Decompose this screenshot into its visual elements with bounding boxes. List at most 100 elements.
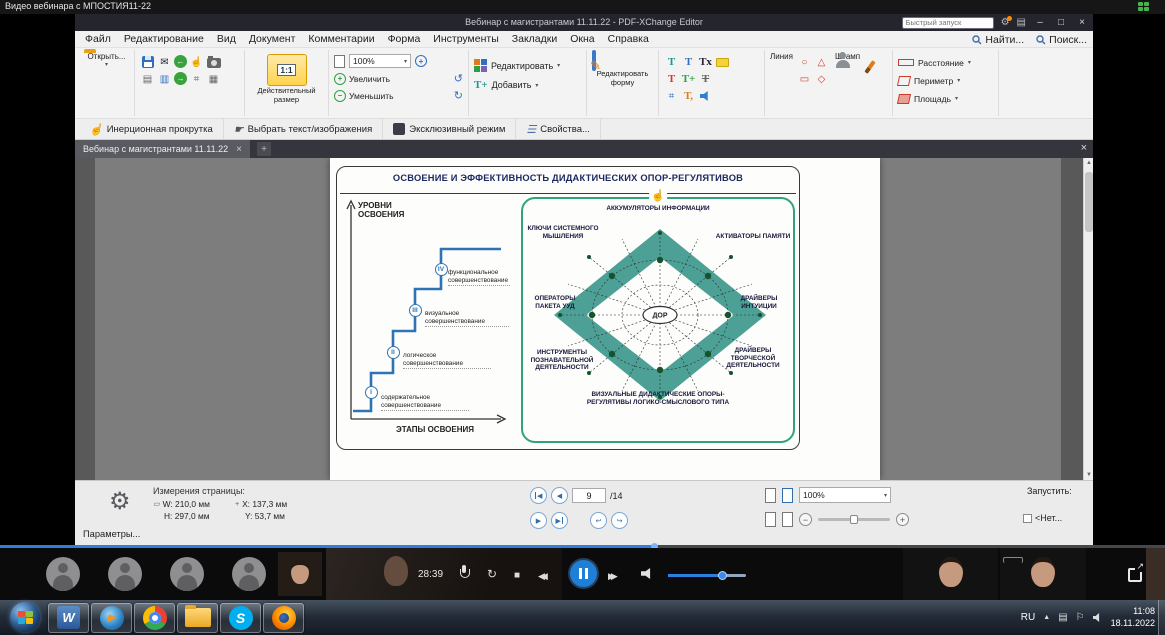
taskbar-item-firefox[interactable] <box>263 603 304 633</box>
vertical-scrollbar[interactable]: ▲ ▼ <box>1083 158 1093 480</box>
select-text-button[interactable]: ☛ Выбрать текст/изображения <box>224 119 384 139</box>
scroll-down-icon[interactable]: ▼ <box>1084 470 1093 480</box>
perimeter-button[interactable]: Периметр ▾ <box>898 73 993 88</box>
hand-tool-icon[interactable]: ☝ <box>189 55 204 69</box>
line-tool-button[interactable]: Линия <box>770 52 793 114</box>
scroll-up-icon[interactable]: ▲ <box>1084 158 1093 168</box>
nav-forward-icon[interactable]: → <box>174 72 187 85</box>
distance-button[interactable]: Расстояние ▾ <box>898 55 993 70</box>
sound-comment-icon[interactable] <box>698 89 713 103</box>
single-page-icon[interactable] <box>765 488 776 503</box>
save-icon[interactable] <box>140 55 155 69</box>
typewriter-icon[interactable]: Т <box>664 55 679 69</box>
zoom-combo[interactable]: 100% ▾ <box>349 54 411 68</box>
menu-help[interactable]: Справка <box>608 33 649 45</box>
tabbar-close-icon[interactable]: × <box>1081 142 1087 154</box>
status-zoom-in-button[interactable]: + <box>896 513 909 526</box>
find-button[interactable]: Найти... <box>972 34 1024 46</box>
parameters-button[interactable]: Параметры... <box>83 529 140 539</box>
pdf-page[interactable]: ОСВОЕНИЕ И ЭФФЕКТИВНОСТЬ ДИДАКТИЧЕСКИХ О… <box>330 158 880 480</box>
properties-button[interactable]: ☰ Свойства... <box>516 119 601 139</box>
two-page-icon[interactable] <box>765 512 776 527</box>
prev-view-button[interactable]: ↩ <box>590 512 607 529</box>
start-button[interactable] <box>10 602 40 632</box>
external-link-icon[interactable] <box>1128 568 1142 582</box>
text-box-icon[interactable]: Т <box>681 55 696 69</box>
taskbar-item-skype[interactable]: S <box>220 603 261 633</box>
taskbar-item-chrome[interactable] <box>134 603 175 633</box>
network-icon[interactable]: ⚐ <box>1076 612 1085 623</box>
fast-forward-button[interactable]: ▶▶ <box>608 569 614 583</box>
mic-icon[interactable] <box>459 565 469 581</box>
page-setup-gear-icon[interactable]: ⚙ <box>109 487 131 516</box>
menu-comments[interactable]: Комментарии <box>308 33 374 45</box>
zoom-tool-icon[interactable]: + <box>415 55 427 67</box>
page-grid-icon[interactable] <box>782 512 793 527</box>
window-titlebar[interactable]: Вебинар с магистрантами 11.11.22 - PDF-X… <box>75 14 1093 31</box>
scrollbar-thumb[interactable] <box>1085 172 1093 232</box>
document-tab[interactable]: Вебинар с магистрантами 11.11.22 × <box>75 140 250 158</box>
menu-tools[interactable]: Инструменты <box>433 33 498 45</box>
minimize-button[interactable]: – <box>1033 17 1047 28</box>
rotate-right-icon[interactable]: ↻ <box>454 89 463 102</box>
volume-icon[interactable] <box>641 568 654 579</box>
stop-button[interactable]: ■ <box>514 569 520 583</box>
zoom-slider[interactable] <box>818 518 890 521</box>
print-icon[interactable]: ▤ <box>140 72 155 86</box>
apps-grid-icon[interactable] <box>1138 2 1149 12</box>
menu-file[interactable]: Файл <box>85 33 111 45</box>
settings-gear-icon[interactable]: ⚙ <box>1001 18 1010 28</box>
stamp-button[interactable]: Штамп <box>835 52 860 114</box>
volume-slider[interactable] <box>668 574 746 577</box>
select-tool-icon[interactable]: ⌗ <box>189 72 204 86</box>
volume-handle[interactable] <box>718 571 727 580</box>
taskbar-item-media-player[interactable]: ▶ <box>91 603 132 633</box>
export-icon[interactable]: ▥ <box>157 72 172 86</box>
snapshot-icon[interactable] <box>206 55 221 69</box>
zoom-out-button[interactable]: − Уменьшить ↻ <box>334 89 463 102</box>
highlight-icon[interactable] <box>715 55 730 69</box>
document-area[interactable]: ОСВОЕНИЕ И ЭФФЕКТИВНОСТЬ ДИДАКТИЧЕСКИХ О… <box>75 158 1093 480</box>
menu-bookmarks[interactable]: Закладки <box>512 33 557 45</box>
zoom-in-button[interactable]: + Увеличить ↺ <box>334 72 463 85</box>
menu-document[interactable]: Документ <box>249 33 296 45</box>
open-caret-icon[interactable]: ▾ <box>84 61 129 68</box>
tab-close-icon[interactable]: × <box>236 144 242 155</box>
text-note-icon[interactable]: Т, <box>681 89 696 103</box>
insert-text-icon[interactable]: Т+ <box>681 72 696 86</box>
clipboard-icon[interactable]: ▦ <box>206 72 221 86</box>
action-center-icon[interactable]: ▤ <box>1058 612 1067 623</box>
zoom-slider-thumb[interactable] <box>850 515 858 524</box>
run-checkbox[interactable] <box>1023 514 1032 523</box>
open-button[interactable]: Открыть... ▾ <box>84 52 129 68</box>
new-tab-button[interactable]: + <box>257 142 271 156</box>
nav-back-icon[interactable]: ← <box>174 55 187 68</box>
edit-form-button[interactable]: Редактировать форму <box>592 52 653 87</box>
language-indicator[interactable]: RU <box>1021 612 1035 623</box>
maximize-button[interactable]: □ <box>1054 17 1068 28</box>
area-button[interactable]: Площадь ▾ <box>898 91 993 106</box>
grid-tool-icon[interactable]: ⌗ <box>664 89 679 103</box>
actual-size-button[interactable]: 1:1 <box>267 54 307 86</box>
inertial-scroll-button[interactable]: ☝ Инерционная прокрутка <box>79 119 224 139</box>
menu-view[interactable]: Вид <box>217 33 236 45</box>
tray-volume-icon[interactable] <box>1093 613 1103 622</box>
status-zoom-combo[interactable]: 100% ▾ <box>799 487 891 503</box>
rectangle-shape-icon[interactable]: ▭ <box>797 72 812 86</box>
last-page-button[interactable]: ▶ <box>551 512 568 529</box>
menu-form[interactable]: Форма <box>388 33 421 45</box>
polygon-shape-icon[interactable]: △ <box>814 55 829 69</box>
fit-page-icon[interactable] <box>334 55 345 68</box>
search-button[interactable]: Поиск... <box>1036 34 1087 46</box>
strikeout-icon[interactable]: Т <box>698 72 713 86</box>
prev-page-button[interactable]: ◀ <box>551 487 568 504</box>
reader-icon[interactable]: ▤ <box>1017 18 1026 28</box>
quick-launch-input[interactable] <box>902 17 994 29</box>
menu-windows[interactable]: Окна <box>570 33 594 45</box>
menu-edit[interactable]: Редактирование <box>124 33 204 45</box>
first-page-button[interactable]: ◀ <box>530 487 547 504</box>
add-button[interactable]: Т+ Добавить ▾ <box>474 79 581 91</box>
text-color-icon[interactable]: Т <box>664 72 679 86</box>
circle-shape-icon[interactable]: ○ <box>797 55 812 69</box>
next-view-button[interactable]: ↪ <box>611 512 628 529</box>
